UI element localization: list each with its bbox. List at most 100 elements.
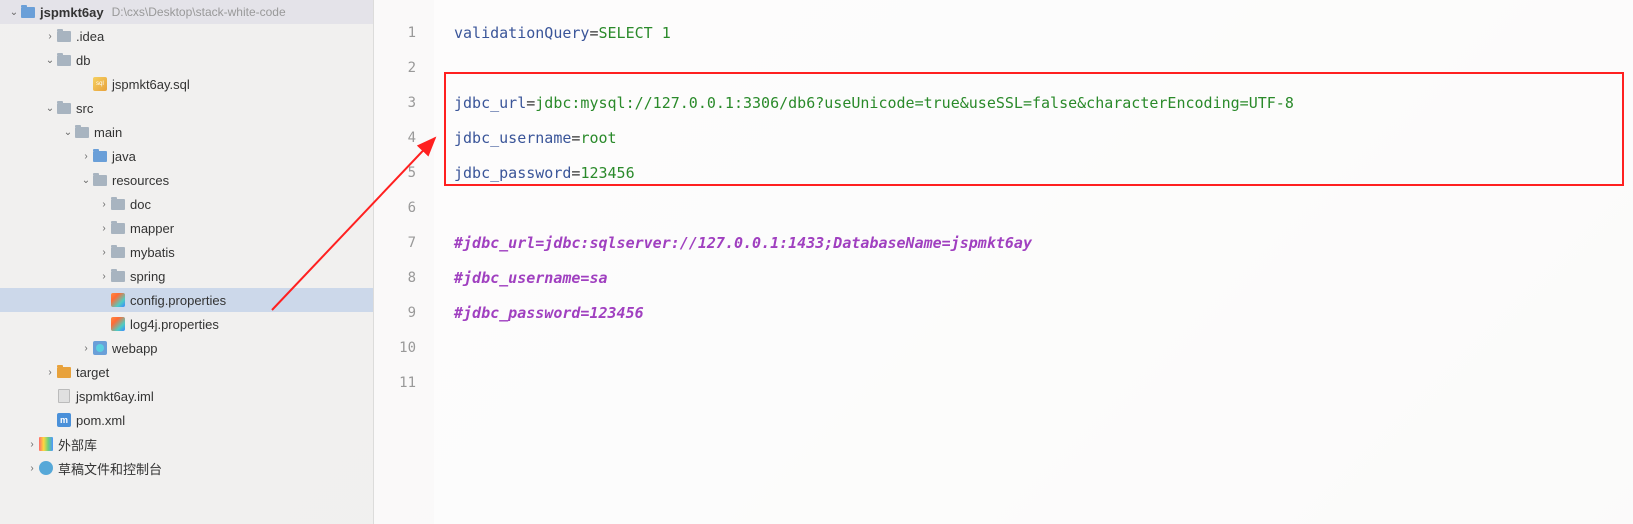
folder-icon bbox=[92, 148, 108, 164]
tree-node[interactable]: › 草稿文件和控制台 bbox=[0, 456, 373, 480]
tree-node[interactable]: sql jspmkt6ay.sql bbox=[0, 72, 373, 96]
tree-node[interactable]: log4j.properties bbox=[0, 312, 373, 336]
folder-icon bbox=[92, 172, 108, 188]
project-path: D:\cxs\Desktop\stack-white-code bbox=[112, 5, 286, 19]
tree-node-label: log4j.properties bbox=[130, 317, 219, 332]
tree-node[interactable]: jspmkt6ay.iml bbox=[0, 384, 373, 408]
line-number: 4 bbox=[374, 121, 416, 156]
scratch-icon bbox=[38, 460, 54, 476]
tree-node[interactable]: › spring bbox=[0, 264, 373, 288]
line-number: 7 bbox=[374, 226, 416, 261]
tree-node-label: jspmkt6ay.iml bbox=[76, 389, 154, 404]
tree-node-label: jspmkt6ay.sql bbox=[112, 77, 190, 92]
code-line[interactable]: #jdbc_password=123456 bbox=[434, 296, 1633, 331]
folder-icon bbox=[56, 52, 72, 68]
tree-node-label: main bbox=[94, 125, 122, 140]
tree-node[interactable]: ⌄ main bbox=[0, 120, 373, 144]
folder-icon bbox=[110, 196, 126, 212]
folder-icon bbox=[110, 220, 126, 236]
folder-icon bbox=[74, 124, 90, 140]
tree-node-label: webapp bbox=[112, 341, 158, 356]
code-line[interactable] bbox=[434, 331, 1633, 366]
line-number: 8 bbox=[374, 261, 416, 296]
tree-node-label: mapper bbox=[130, 221, 174, 236]
tree-node-label: config.properties bbox=[130, 293, 226, 308]
line-number: 5 bbox=[374, 156, 416, 191]
tree-node-label: mybatis bbox=[130, 245, 175, 260]
tree-node-label: resources bbox=[112, 173, 169, 188]
code-line[interactable]: #jdbc_username=sa bbox=[434, 261, 1633, 296]
code-line[interactable]: jdbc_url=jdbc:mysql://127.0.0.1:3306/db6… bbox=[434, 86, 1633, 121]
chevron-right-icon[interactable]: › bbox=[98, 223, 110, 234]
code-area[interactable]: validationQuery=SELECT 1 jdbc_url=jdbc:m… bbox=[434, 0, 1633, 524]
line-number: 10 bbox=[374, 331, 416, 366]
tree-node[interactable]: ⌄ src bbox=[0, 96, 373, 120]
library-icon bbox=[38, 436, 54, 452]
tree-root-node[interactable]: ⌄ jspmkt6ay D:\cxs\Desktop\stack-white-c… bbox=[0, 0, 373, 24]
code-line[interactable]: #jdbc_url=jdbc:sqlserver://127.0.0.1:143… bbox=[434, 226, 1633, 261]
tree-node-label: doc bbox=[130, 197, 151, 212]
chevron-down-icon[interactable]: ⌄ bbox=[44, 55, 56, 66]
code-line[interactable] bbox=[434, 191, 1633, 226]
properties-file-icon bbox=[110, 292, 126, 308]
chevron-down-icon[interactable]: ⌄ bbox=[44, 103, 56, 114]
folder-icon bbox=[110, 244, 126, 260]
tree-node-label: src bbox=[76, 101, 93, 116]
tree-node-label: pom.xml bbox=[76, 413, 125, 428]
code-editor[interactable]: 1234567891011 validationQuery=SELECT 1 j… bbox=[374, 0, 1633, 524]
chevron-right-icon[interactable]: › bbox=[80, 343, 92, 354]
tree-node-label: 外部库 bbox=[58, 435, 97, 454]
chevron-down-icon[interactable]: ⌄ bbox=[8, 7, 20, 18]
tree-node[interactable]: ⌄ db bbox=[0, 48, 373, 72]
code-line[interactable] bbox=[434, 366, 1633, 401]
tree-node[interactable]: › mapper bbox=[0, 216, 373, 240]
code-line[interactable]: jdbc_password=123456 bbox=[434, 156, 1633, 191]
code-line[interactable]: validationQuery=SELECT 1 bbox=[434, 16, 1633, 51]
line-number: 2 bbox=[374, 51, 416, 86]
chevron-down-icon[interactable]: ⌄ bbox=[62, 127, 74, 138]
tree-node[interactable]: › .idea bbox=[0, 24, 373, 48]
tree-node[interactable]: › target bbox=[0, 360, 373, 384]
chevron-right-icon[interactable]: › bbox=[44, 367, 56, 378]
project-name: jspmkt6ay bbox=[40, 5, 104, 20]
chevron-right-icon[interactable]: › bbox=[98, 199, 110, 210]
folder-icon bbox=[56, 28, 72, 44]
tree-node[interactable]: ⌄ resources bbox=[0, 168, 373, 192]
tree-node[interactable]: config.properties bbox=[0, 288, 373, 312]
chevron-right-icon[interactable]: › bbox=[98, 271, 110, 282]
tree-node-label: .idea bbox=[76, 29, 104, 44]
file-icon bbox=[56, 388, 72, 404]
chevron-right-icon[interactable]: › bbox=[26, 463, 38, 474]
sql-file-icon: sql bbox=[92, 76, 108, 92]
folder-icon bbox=[56, 100, 72, 116]
chevron-right-icon[interactable]: › bbox=[44, 31, 56, 42]
tree-node-label: java bbox=[112, 149, 136, 164]
chevron-down-icon[interactable]: ⌄ bbox=[80, 175, 92, 186]
code-line[interactable] bbox=[434, 51, 1633, 86]
chevron-right-icon[interactable]: › bbox=[98, 247, 110, 258]
tree-node-label: 草稿文件和控制台 bbox=[58, 459, 162, 478]
tree-node[interactable]: › 外部库 bbox=[0, 432, 373, 456]
tree-node-label: spring bbox=[130, 269, 165, 284]
maven-icon: m bbox=[56, 412, 72, 428]
folder-icon bbox=[110, 268, 126, 284]
code-line[interactable]: jdbc_username=root bbox=[434, 121, 1633, 156]
line-number: 1 bbox=[374, 16, 416, 51]
folder-icon bbox=[20, 4, 36, 20]
project-tree-panel[interactable]: ⌄ jspmkt6ay D:\cxs\Desktop\stack-white-c… bbox=[0, 0, 374, 524]
folder-icon bbox=[56, 364, 72, 380]
properties-file-icon bbox=[110, 316, 126, 332]
chevron-right-icon[interactable]: › bbox=[80, 151, 92, 162]
chevron-right-icon[interactable]: › bbox=[26, 439, 38, 450]
line-number: 3 bbox=[374, 86, 416, 121]
editor-gutter: 1234567891011 bbox=[374, 0, 434, 524]
tree-node[interactable]: › doc bbox=[0, 192, 373, 216]
tree-node-label: db bbox=[76, 53, 90, 68]
tree-node-label: target bbox=[76, 365, 109, 380]
line-number: 6 bbox=[374, 191, 416, 226]
tree-node[interactable]: m pom.xml bbox=[0, 408, 373, 432]
tree-node[interactable]: › java bbox=[0, 144, 373, 168]
tree-node[interactable]: › mybatis bbox=[0, 240, 373, 264]
webapp-folder-icon bbox=[92, 340, 108, 356]
tree-node[interactable]: › webapp bbox=[0, 336, 373, 360]
